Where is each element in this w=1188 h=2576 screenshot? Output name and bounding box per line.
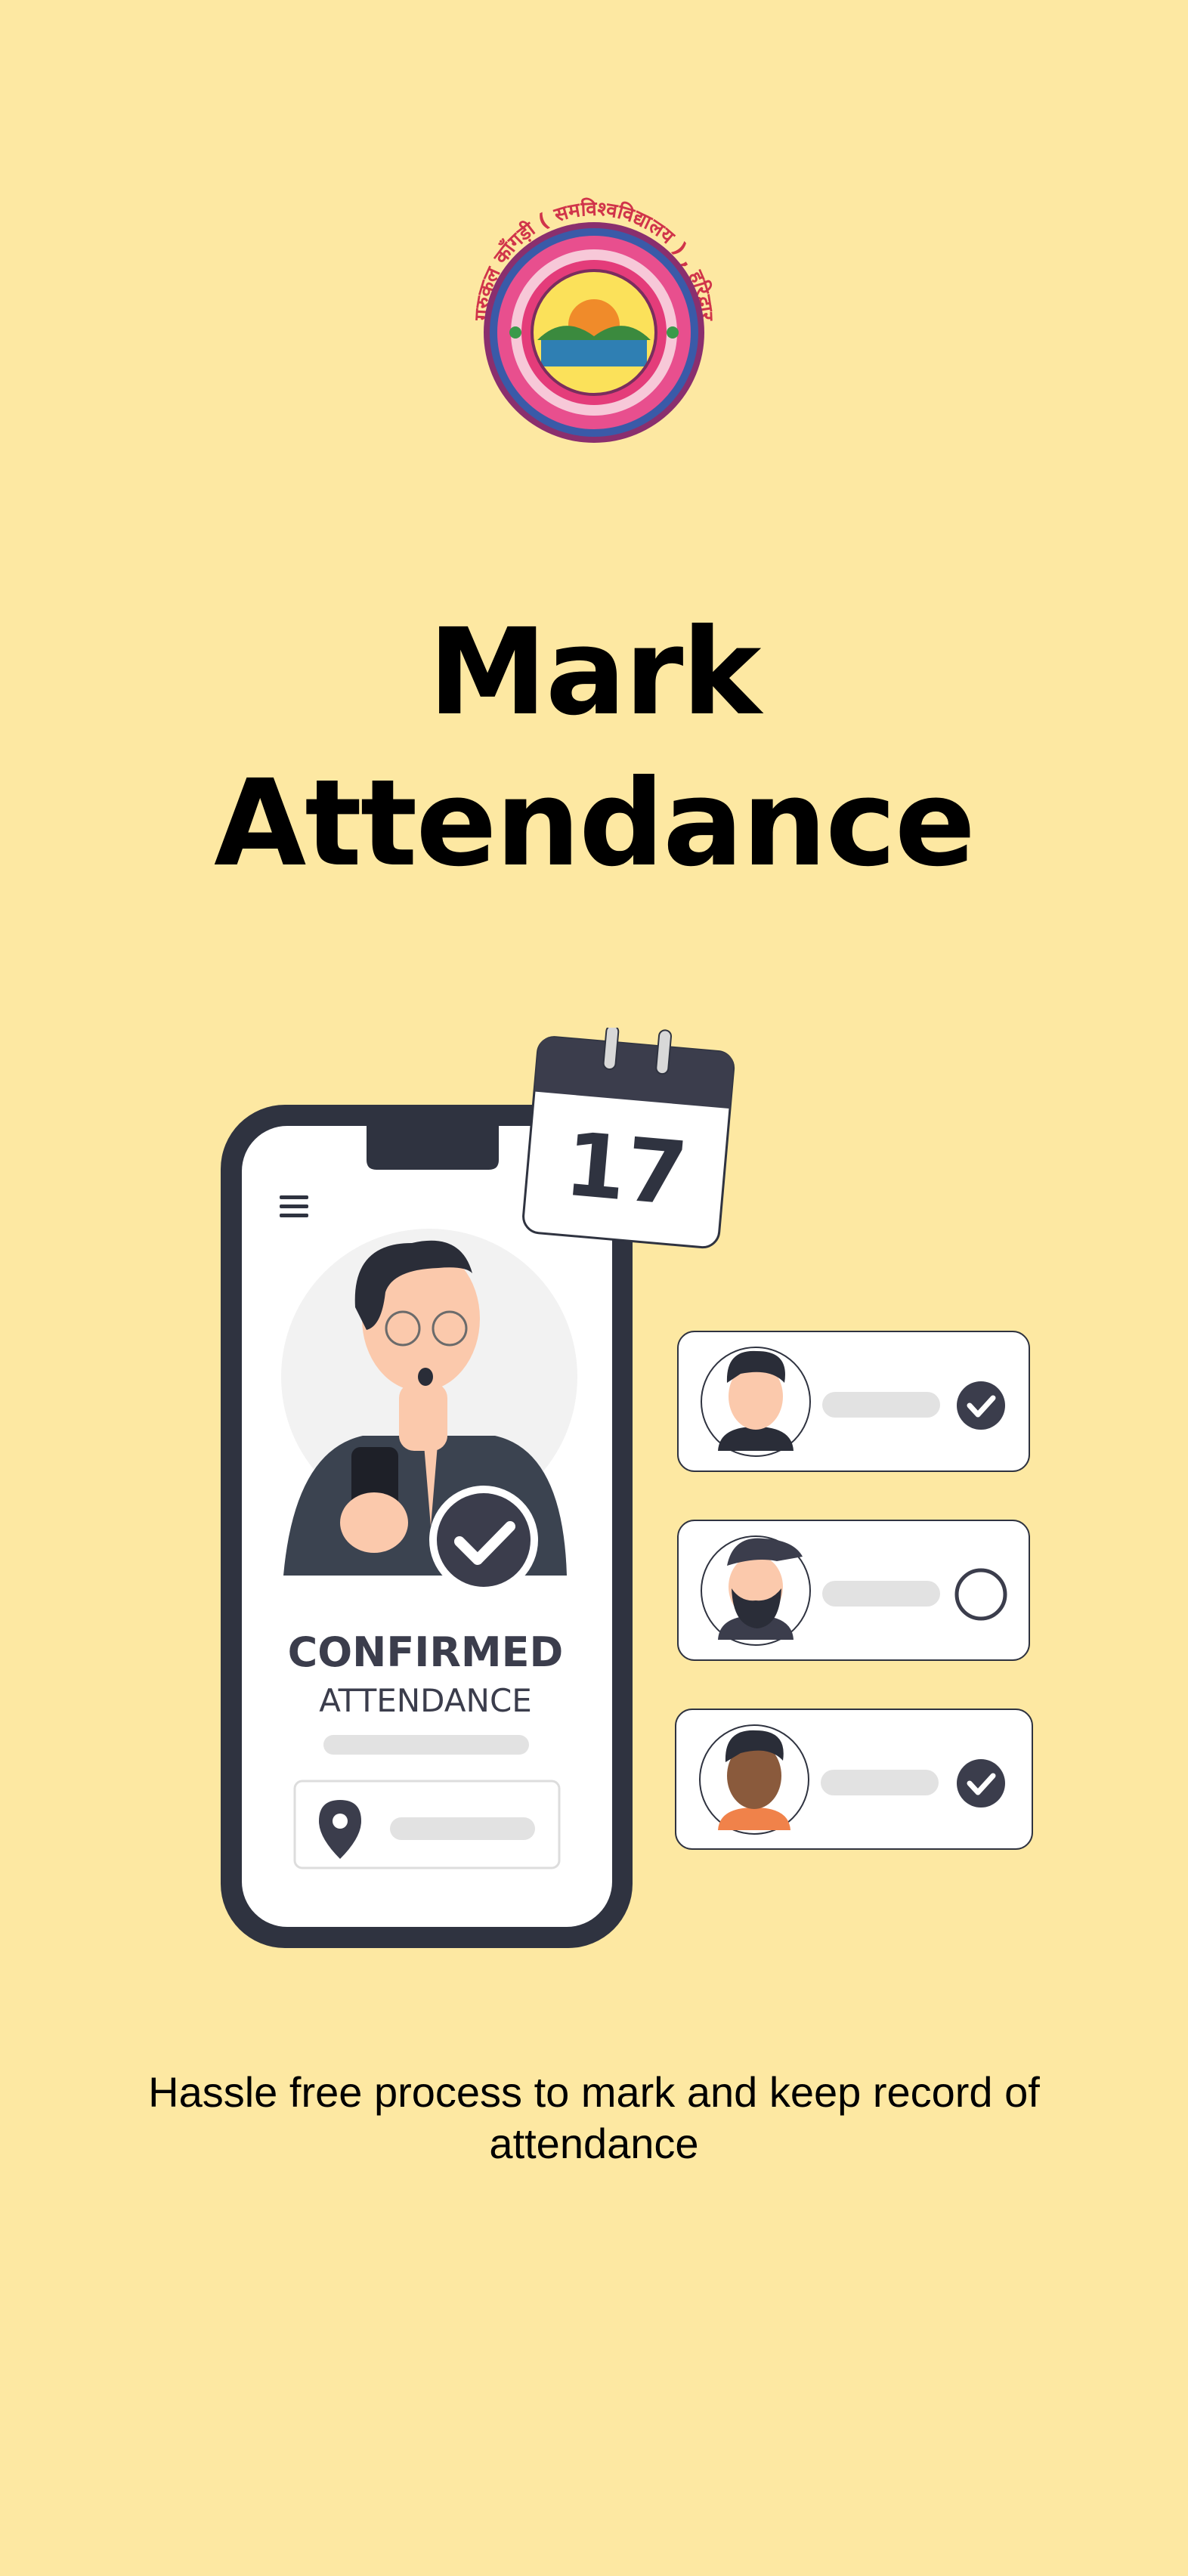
status-sub-label: ATTENDANCE	[319, 1682, 532, 1719]
avatar	[718, 1350, 794, 1451]
checked-icon	[957, 1759, 1005, 1808]
attendee-card	[677, 1331, 1030, 1472]
page-title: Mark Attendance	[0, 597, 1188, 899]
calendar-icon: 17	[522, 1025, 735, 1249]
calendar-day: 17	[561, 1114, 691, 1226]
university-logo: गुरुकुल काँगड़ी ( समविश्वविद्यालय ) , हर…	[443, 181, 745, 461]
avatar	[718, 1730, 790, 1830]
subtitle-text: Hassle free process to mark and keep rec…	[148, 2068, 1040, 2167]
location-placeholder	[390, 1817, 535, 1840]
status-main-label: CONFIRMED	[288, 1628, 564, 1676]
attendee-card	[675, 1709, 1033, 1850]
placeholder-line	[323, 1735, 529, 1755]
attendee-card	[677, 1520, 1030, 1661]
menu-icon	[280, 1195, 308, 1217]
checked-icon	[957, 1381, 1005, 1430]
title-line-1: Mark	[428, 603, 762, 742]
title-line-2: Attendance	[214, 754, 976, 893]
unchecked-icon	[954, 1568, 1007, 1621]
confirmed-check-icon	[429, 1486, 538, 1594]
attendance-illustration: CONFIRMED ATTENDANCE 17	[212, 1025, 1050, 1957]
